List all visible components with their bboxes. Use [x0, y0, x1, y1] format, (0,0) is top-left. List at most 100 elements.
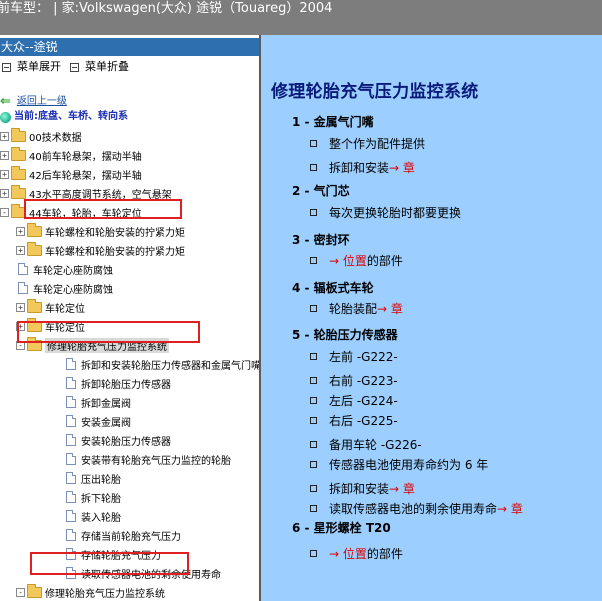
item-text: 左前 -G222-: [329, 350, 398, 364]
window-title: 前车型： | 家:Volkswagen(大众) 途锐（Touareg）2004: [0, 1, 333, 16]
item-text: 的部件: [366, 254, 403, 268]
expand-node-icon[interactable]: +: [0, 150, 9, 160]
section-item: 每次更换轮胎时都要更换: [310, 204, 461, 221]
section-item: 拆卸和安装 → 章: [310, 159, 415, 176]
tree-item[interactable]: 装入轮胎: [48, 507, 121, 525]
section-item: 读取传感器电池的剩余使用寿命 → 章: [310, 500, 523, 517]
section-item: → 位置 的部件: [310, 545, 403, 562]
tree-item[interactable]: +40前车轮悬架，摆动半轴: [0, 146, 142, 164]
back-link[interactable]: ⇐ 返回上一级: [0, 95, 67, 109]
tree-item[interactable]: - 修理轮胎充气压力监控系统: [16, 583, 165, 601]
section-item: 传感器电池使用寿命约为 6 年: [310, 456, 488, 473]
collapse-node-icon[interactable]: -: [0, 207, 9, 217]
chapter-link[interactable]: → 章: [377, 300, 403, 317]
expand-node-icon[interactable]: +: [16, 226, 25, 236]
section-item: 备用车轮 -G226-: [310, 436, 422, 453]
tree-item-label: 装入轮胎: [81, 512, 121, 524]
section-title: 5 - 轮胎压力传感器: [292, 328, 398, 342]
bullet-icon: [310, 417, 317, 424]
document-icon: [66, 377, 76, 389]
document-icon: [66, 434, 76, 446]
section-title: 1 - 金属气门嘴: [292, 115, 374, 129]
tree-item[interactable]: 安装金属阀: [48, 412, 131, 430]
tree-item[interactable]: 压出轮胎: [48, 469, 121, 487]
page-title: 修理轮胎充气压力监控系统: [271, 82, 479, 102]
expand-node-icon[interactable]: +: [16, 302, 25, 312]
tree-item-label: 拆卸金属阀: [81, 398, 131, 410]
chapter-link[interactable]: → 章: [389, 159, 415, 176]
folder-icon: [27, 298, 42, 313]
expand-icon: [2, 62, 11, 72]
item-text: 每次更换轮胎时都要更换: [329, 206, 462, 220]
bullet-icon: [310, 209, 317, 216]
tree-item-label: 拆卸轮胎压力传感器: [81, 379, 171, 391]
item-text: 轮胎装配: [329, 302, 378, 316]
tree-item-label: 安装金属阀: [81, 417, 131, 429]
tree-item[interactable]: 拆下轮胎: [48, 488, 121, 506]
tree-item-label: 修理轮胎充气压力监控系统: [45, 588, 165, 600]
folder-icon: [11, 127, 26, 142]
tree-item[interactable]: 拆卸金属阀: [48, 393, 131, 411]
tree-item[interactable]: 车轮定心座防腐蚀: [16, 279, 113, 297]
tree-item-label: 安装轮胎压力传感器: [81, 436, 171, 448]
document-icon: [66, 358, 76, 370]
chapter-link[interactable]: → 章: [389, 480, 415, 497]
reference-link[interactable]: → 位置: [329, 252, 367, 269]
item-text: 的部件: [366, 547, 403, 561]
tree-item[interactable]: 车轮定心座防腐蚀: [16, 260, 113, 278]
bullet-icon: [310, 353, 317, 360]
tree-item[interactable]: 拆卸和安装轮胎压力传感器和金属气门嘴: [48, 355, 261, 373]
folder-icon: [11, 184, 26, 199]
tree-item[interactable]: + 车轮定位: [16, 298, 85, 316]
collapse-menu-button[interactable]: 菜单折叠: [70, 57, 129, 77]
document-icon: [66, 529, 76, 541]
item-text: 读取传感器电池的剩余使用寿命: [329, 502, 498, 516]
tree-item[interactable]: + 车轮螺栓和轮胎安装的拧紧力矩: [16, 241, 185, 259]
expand-menu-label: 菜单展开: [17, 60, 61, 73]
expand-node-icon[interactable]: +: [0, 188, 9, 198]
back-arrow-icon: ⇐: [0, 94, 11, 109]
tree-item[interactable]: +42后车轮悬架，摆动半轴: [0, 165, 142, 183]
document-icon: [18, 263, 28, 275]
tree-toolbar: 菜单展开 菜单折叠: [0, 57, 259, 77]
bullet-icon: [310, 140, 317, 147]
chapter-link[interactable]: → 章: [497, 500, 523, 517]
bullet-icon: [310, 305, 317, 312]
bullet-icon: [310, 485, 317, 492]
section-item: 右后 -G225-: [310, 412, 398, 429]
bullet-icon: [310, 441, 317, 448]
collapse-node-icon[interactable]: -: [16, 587, 25, 597]
folder-icon: [11, 165, 26, 180]
tree-item[interactable]: 安装轮胎压力传感器: [48, 431, 171, 449]
tree-item[interactable]: +00技术数据: [0, 127, 82, 145]
collapse-menu-label: 菜单折叠: [85, 60, 129, 73]
back-link-label[interactable]: 返回上一级: [17, 95, 67, 109]
collapse-icon: [70, 62, 79, 72]
highlight-box: [17, 321, 200, 343]
section-title: 6 - 星形螺栓 T20: [292, 521, 391, 535]
item-text: 传感器电池使用寿命约为 6 年: [329, 458, 489, 472]
highlight-box: [24, 199, 182, 219]
tree-item[interactable]: + 车轮螺栓和轮胎安装的拧紧力矩: [16, 222, 185, 240]
item-text: 右前 -G223-: [329, 374, 398, 388]
current-location-label: 当前:底盘、车桥、转向系: [14, 111, 128, 122]
tree-item-label: 拆卸和安装轮胎压力传感器和金属气门嘴: [81, 360, 261, 372]
reference-link[interactable]: → 位置: [329, 545, 367, 562]
pane-header: 大众--途锐: [0, 38, 259, 56]
section-item: 拆卸和安装 → 章: [310, 480, 415, 497]
window-title-bar: 前车型： | 家:Volkswagen(大众) 途锐（Touareg）2004: [0, 0, 602, 35]
tree-item[interactable]: 拆卸轮胎压力传感器: [48, 374, 171, 392]
tree-item-label: 00技术数据: [29, 132, 82, 144]
expand-node-icon[interactable]: +: [0, 169, 9, 179]
section-title: 2 - 气门芯: [292, 184, 350, 198]
tree-item-label: 压出轮胎: [81, 474, 121, 486]
expand-menu-button[interactable]: 菜单展开: [2, 57, 61, 77]
expand-node-icon[interactable]: +: [16, 245, 25, 255]
tree-item[interactable]: 存储当前轮胎充气压力: [48, 526, 181, 544]
tree-item-label: 42后车轮悬架，摆动半轴: [29, 170, 142, 182]
item-text: 拆卸和安装: [329, 482, 390, 496]
bullet-icon: [310, 461, 317, 468]
expand-node-icon[interactable]: +: [0, 131, 9, 141]
tree-item[interactable]: 安装带有轮胎充气压力监控的轮胎: [48, 450, 231, 468]
bullet-icon: [310, 550, 317, 557]
